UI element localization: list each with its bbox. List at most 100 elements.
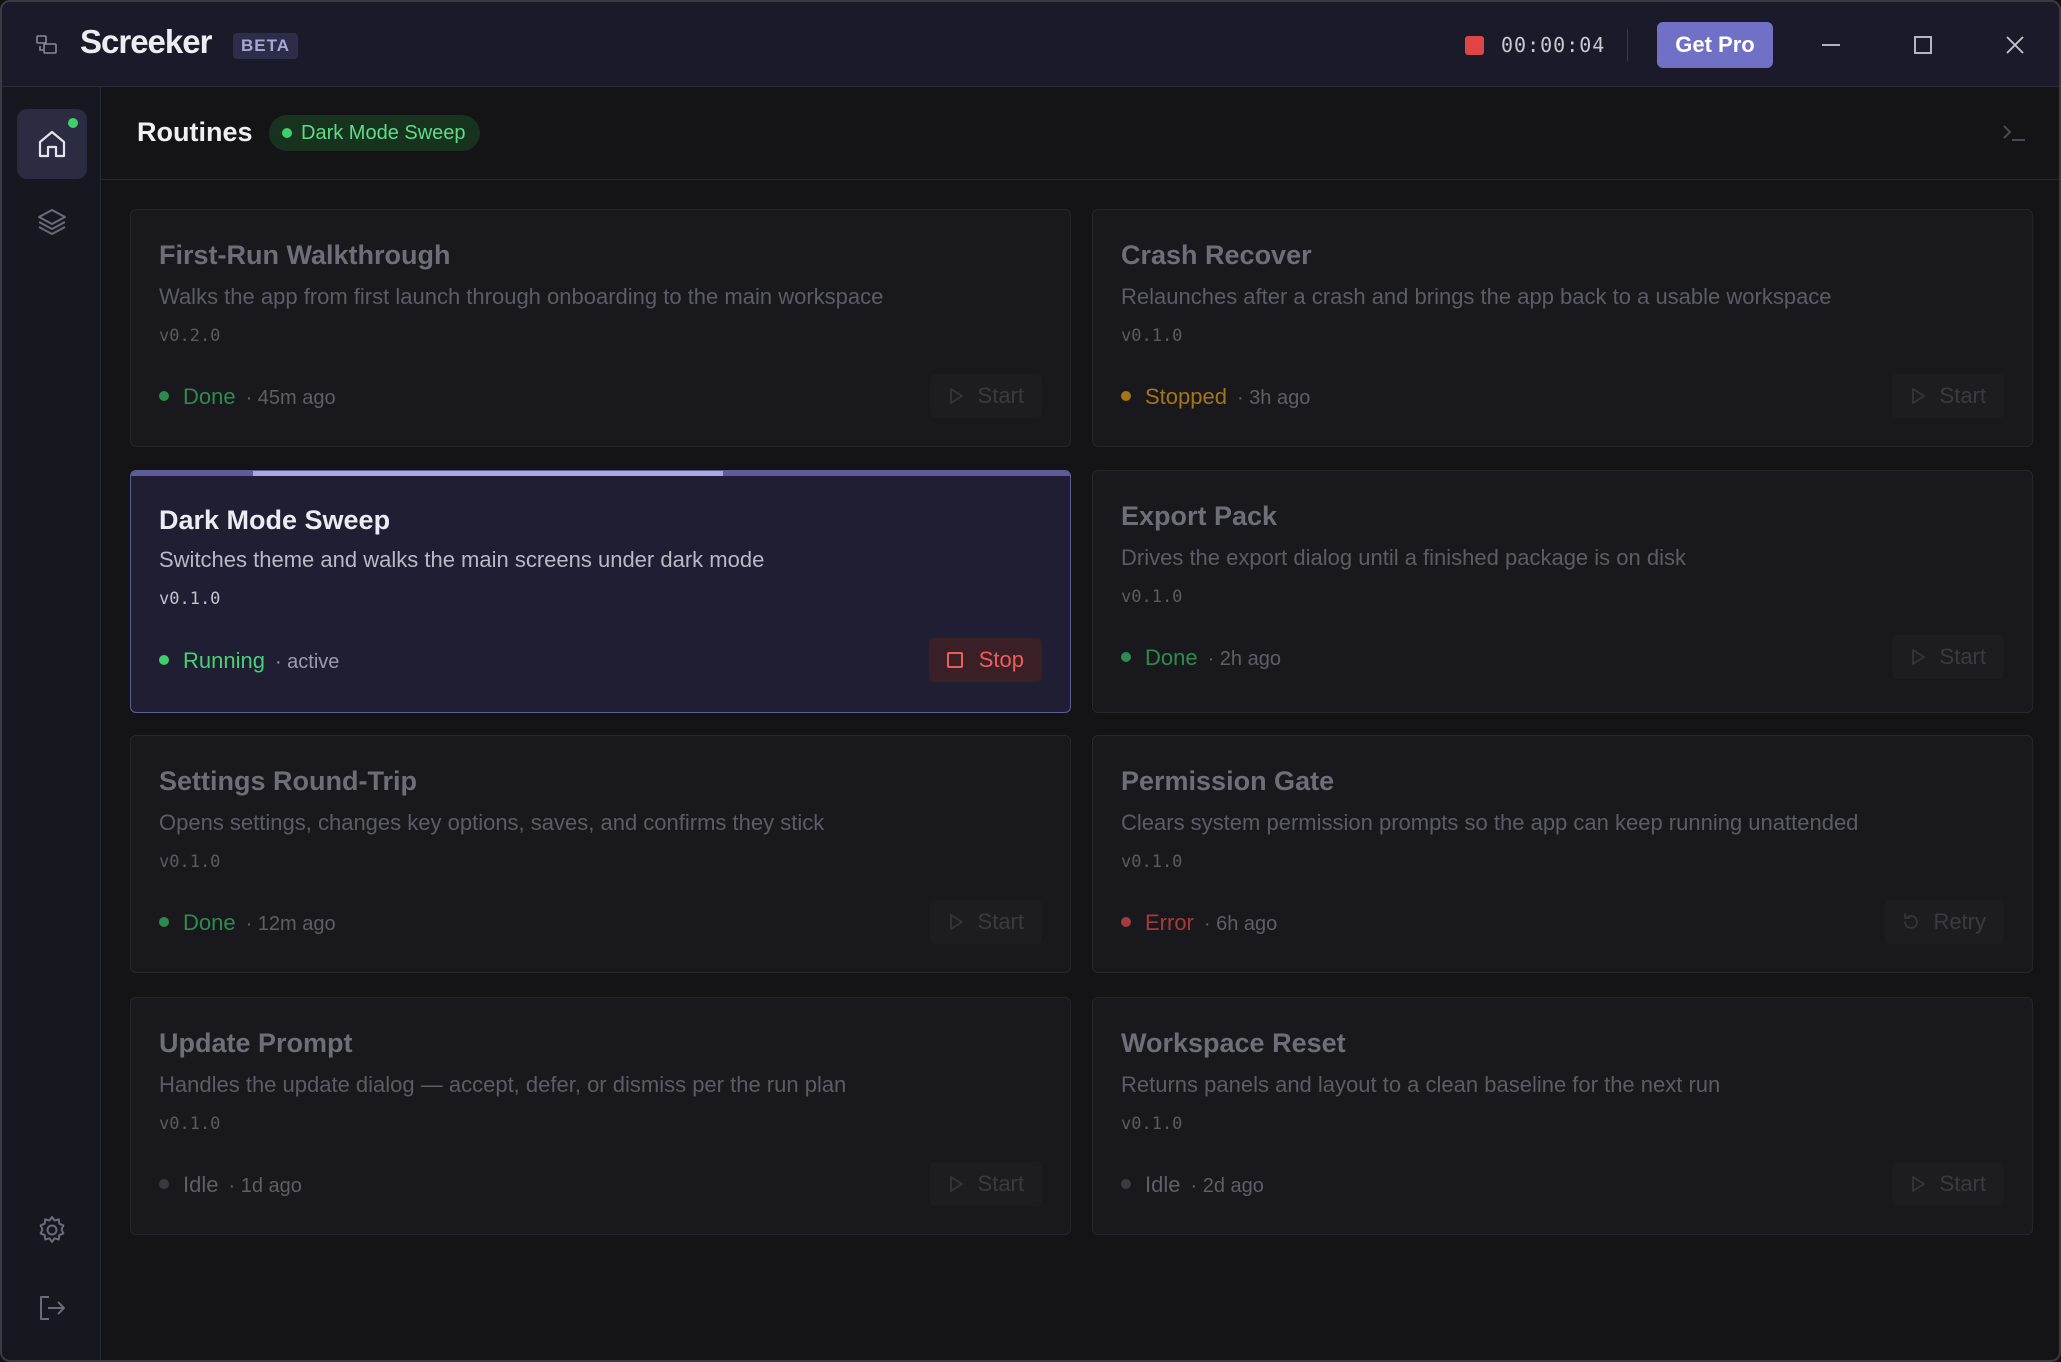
maximize-button[interactable] bbox=[1902, 24, 1944, 66]
retry-icon bbox=[1904, 913, 1919, 929]
sidebar-item-home[interactable] bbox=[17, 109, 87, 179]
routine-card[interactable]: Permission Gate Clears system permission… bbox=[1092, 735, 2033, 973]
recording-timer: 00:00:04 bbox=[1501, 33, 1606, 57]
routine-title: First-Run Walkthrough bbox=[159, 240, 451, 270]
routine-description: Walks the app from first launch through … bbox=[159, 284, 884, 309]
gear-icon bbox=[39, 1216, 65, 1243]
routine-status: Stopped · 3h ago bbox=[1121, 384, 1310, 410]
sidebar-item-settings[interactable] bbox=[17, 1195, 87, 1265]
routine-description: Handles the update dialog — accept, defe… bbox=[159, 1072, 847, 1097]
routine-status: Done · 12m ago bbox=[159, 910, 336, 936]
routine-version: v0.1.0 bbox=[1121, 587, 1183, 607]
routine-card[interactable]: Export Pack Drives the export dialog unt… bbox=[1092, 470, 2033, 713]
page-header: Routines Dark Mode Sweep bbox=[101, 87, 2059, 180]
start-label: Start bbox=[977, 383, 1024, 408]
recording-indicator-icon bbox=[1465, 36, 1484, 55]
routine-title: Permission Gate bbox=[1121, 766, 1335, 796]
play-icon bbox=[1911, 1176, 1925, 1192]
stop-icon bbox=[946, 652, 963, 668]
title-bar[interactable]: Screeker BETA 00:00:04 Get Pro bbox=[2, 2, 2059, 87]
terminal-button[interactable] bbox=[1999, 117, 2031, 149]
start-button[interactable]: Start bbox=[1891, 374, 2004, 418]
status-label: Done bbox=[183, 384, 236, 409]
status-time: · 45m ago bbox=[245, 387, 336, 409]
status-dot-icon bbox=[159, 391, 169, 402]
sidebar-item-logout[interactable] bbox=[17, 1273, 87, 1343]
terminal-icon bbox=[2003, 125, 2025, 141]
routine-card[interactable]: Workspace Reset Returns panels and layou… bbox=[1092, 997, 2033, 1235]
stop-button[interactable]: Stop bbox=[928, 638, 1042, 682]
status-time: · 3h ago bbox=[1236, 387, 1311, 409]
play-icon bbox=[1911, 388, 1925, 404]
start-button[interactable]: Start bbox=[1891, 635, 2004, 679]
routine-status: Error · 6h ago bbox=[1121, 910, 1277, 936]
routine-description: Clears system permission prompts so the … bbox=[1121, 810, 1859, 835]
status-label: Idle bbox=[183, 1172, 219, 1197]
get-pro-button[interactable]: Get Pro bbox=[1657, 22, 1773, 68]
status-dot-icon bbox=[159, 917, 169, 928]
routine-card[interactable]: Update Prompt Handles the update dialog … bbox=[130, 997, 1071, 1235]
start-button[interactable]: Start bbox=[929, 1162, 1042, 1206]
start-label: Start bbox=[977, 909, 1024, 934]
routine-title: Crash Recover bbox=[1121, 240, 1312, 270]
routine-status: Done · 45m ago bbox=[159, 384, 336, 410]
routine-version: v0.2.0 bbox=[159, 326, 221, 346]
status-label: Error bbox=[1145, 910, 1194, 935]
sidebar bbox=[2, 87, 101, 1360]
status-label: Running bbox=[183, 648, 265, 673]
routine-description: Opens settings, changes key options, sav… bbox=[159, 810, 825, 835]
start-label: Start bbox=[1939, 383, 1986, 408]
routine-version: v0.1.0 bbox=[159, 589, 221, 609]
close-icon bbox=[2006, 36, 2024, 54]
status-time: · 1d ago bbox=[228, 1175, 302, 1197]
active-routine-badge[interactable]: Dark Mode Sweep bbox=[269, 115, 480, 151]
app-window: Screeker BETA 00:00:04 Get Pro Routines … bbox=[0, 0, 2061, 1362]
logout-icon bbox=[40, 1296, 65, 1320]
app-name: Screeker bbox=[80, 23, 212, 60]
routine-title: Dark Mode Sweep bbox=[159, 505, 391, 535]
status-time: · 2h ago bbox=[1207, 648, 1281, 670]
routine-progress-fill bbox=[253, 471, 723, 476]
status-label: Done bbox=[183, 910, 236, 935]
main-content: Routines Dark Mode Sweep First-Run Walkt… bbox=[101, 87, 2059, 1360]
start-button[interactable]: Start bbox=[929, 900, 1042, 944]
layers-icon bbox=[38, 209, 66, 235]
routine-card[interactable]: First-Run Walkthrough Walks the app from… bbox=[130, 209, 1071, 447]
start-label: Start bbox=[1939, 644, 1986, 669]
status-label: Stopped bbox=[1145, 384, 1227, 409]
routine-title: Workspace Reset bbox=[1121, 1028, 1346, 1058]
status-dot-icon bbox=[1121, 391, 1131, 402]
routine-card-active[interactable]: Dark Mode Sweep Switches theme and walks… bbox=[130, 470, 1071, 713]
routine-description: Drives the export dialog until a finishe… bbox=[1121, 545, 1686, 570]
notification-dot bbox=[68, 118, 78, 128]
start-label: Start bbox=[1939, 1171, 1986, 1196]
minimize-icon bbox=[1822, 44, 1840, 46]
routine-card[interactable]: Crash Recover Relaunches after a crash a… bbox=[1092, 209, 2033, 447]
start-button[interactable]: Start bbox=[929, 374, 1042, 418]
status-label: Done bbox=[1145, 645, 1198, 670]
close-button[interactable] bbox=[1994, 24, 2036, 66]
status-time: · 2d ago bbox=[1190, 1175, 1264, 1197]
status-dot-icon bbox=[1121, 652, 1131, 663]
routine-card[interactable]: Settings Round-Trip Opens settings, chan… bbox=[130, 735, 1071, 973]
sidebar-item-layers[interactable] bbox=[17, 187, 87, 257]
titlebar-divider bbox=[1627, 29, 1628, 61]
start-label: Start bbox=[977, 1171, 1024, 1196]
stop-label: Stop bbox=[978, 647, 1024, 672]
status-dot-icon bbox=[159, 1179, 169, 1190]
routine-description: Switches theme and walks the main screen… bbox=[159, 547, 765, 572]
minimize-button[interactable] bbox=[1810, 24, 1852, 66]
status-dot-icon bbox=[1121, 1179, 1131, 1190]
routine-description: Relaunches after a crash and brings the … bbox=[1121, 284, 1832, 309]
retry-button[interactable]: Retry bbox=[1885, 900, 2004, 944]
routine-title: Settings Round-Trip bbox=[159, 766, 417, 796]
page-title: Routines bbox=[137, 117, 253, 147]
routine-status: Idle · 1d ago bbox=[159, 1172, 302, 1198]
routine-version: v0.1.0 bbox=[159, 1114, 221, 1134]
play-icon bbox=[949, 914, 963, 930]
status-dot-icon bbox=[159, 655, 169, 666]
app-logo-icon bbox=[35, 33, 59, 57]
routine-version: v0.1.0 bbox=[1121, 326, 1183, 346]
start-button[interactable]: Start bbox=[1891, 1162, 2004, 1206]
routine-version: v0.1.0 bbox=[1121, 1114, 1183, 1134]
